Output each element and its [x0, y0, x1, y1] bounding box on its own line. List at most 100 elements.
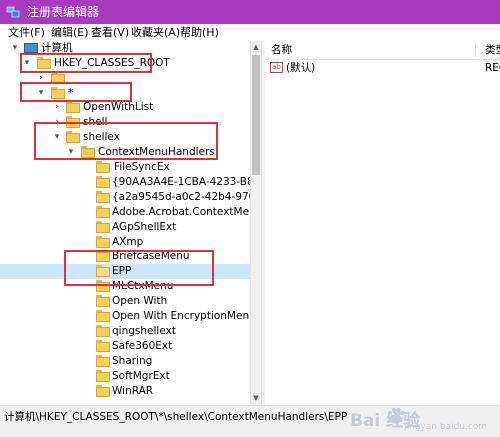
tree-item-winrar[interactable]: WinRAR: [0, 384, 258, 399]
scroll-up-icon[interactable]: ▲: [251, 42, 261, 52]
folder-icon: [96, 385, 110, 397]
tree-item-label: OpenWithList: [83, 101, 154, 113]
collapse-arrow-icon[interactable]: ▾: [10, 43, 20, 53]
tree-item-label: EPP: [112, 265, 132, 277]
tree-item-mlctxmenu[interactable]: MLCtxMenu: [0, 279, 258, 294]
tree-item-label: FileSyncEx: [114, 161, 170, 173]
values-pane: 名称 类型 ab (默认) REG_SZ: [265, 41, 500, 405]
tree-item-label: HKEY_CLASSES_ROOT: [54, 57, 170, 69]
folder-icon: [96, 280, 110, 292]
folder-icon: [51, 87, 65, 99]
collapse-arrow-icon[interactable]: ▾: [36, 88, 46, 98]
tree-item-label: BriefcaseMenu: [112, 250, 190, 262]
tree-item-guid-90aa[interactable]: {90AA3A4E-1CBA-4233-B8BB-53: [0, 175, 258, 190]
tree-item-agpshellext[interactable]: AGpShellExt: [0, 220, 258, 235]
folder-icon: [96, 206, 110, 218]
tree-item-label: ContextMenuHandlers: [98, 146, 215, 158]
column-divider[interactable]: [475, 43, 476, 57]
tree-item-label: AXmp: [112, 236, 144, 248]
menu-file[interactable]: 文件(F): [8, 25, 45, 40]
folder-icon: [96, 236, 110, 248]
tree-item-shellex[interactable]: ▾ shellex: [0, 130, 258, 145]
string-value-icon: ab: [270, 62, 283, 73]
value-name: (默认): [286, 62, 316, 74]
tree-item-safe360ext[interactable]: Safe360Ext: [0, 339, 258, 354]
regedit-icon: [6, 6, 20, 18]
folder-icon: [66, 116, 80, 128]
menu-help[interactable]: 帮助(H): [180, 25, 219, 40]
watermark-site: jingyan.baidu.com: [404, 422, 488, 432]
registry-tree: ▾ 计算机 ▾ HKEY_CLASSES_ROOT › ▾ * › OpenWi…: [0, 41, 258, 405]
menu-favorites[interactable]: 收藏夹(A): [131, 25, 180, 40]
folder-icon: [96, 265, 110, 277]
folder-icon: [66, 101, 80, 113]
folder-icon: [81, 146, 95, 158]
tree-item-softmgrext[interactable]: SoftMgrExt: [0, 369, 258, 384]
status-path: 计算机\HKEY_CLASSES_ROOT\*\shellex\ContextM…: [4, 411, 348, 423]
folder-icon: [96, 340, 110, 352]
tree-item-hidden[interactable]: ›: [0, 71, 258, 86]
title-bar: 注册表编辑器: [0, 0, 500, 24]
tree-item-sharing[interactable]: Sharing: [0, 354, 258, 369]
column-name-header[interactable]: 名称: [271, 43, 292, 57]
tree-item-adobe-acrobat[interactable]: Adobe.Acrobat.ContextMenu: [0, 205, 258, 220]
expand-arrow-icon[interactable]: ›: [52, 117, 62, 127]
tree-item-open-with-encryption[interactable]: Open With EncryptionMenu: [0, 309, 258, 324]
value-row-default[interactable]: ab (默认) REG_SZ: [265, 60, 500, 76]
tree-item-axmp[interactable]: AXmp: [0, 235, 258, 250]
tree-item-label: AGpShellExt: [112, 221, 177, 233]
tree-item-label: 计算机: [41, 42, 73, 54]
folder-icon: [96, 310, 110, 322]
baidu-jingyan-watermark: Bai 经验 jingyan.baidu.com: [348, 400, 498, 434]
expand-arrow-icon[interactable]: ›: [36, 73, 46, 83]
tree-item-label: {a2a9545d-a0c2-42b4-9708-a0b: [112, 191, 258, 203]
folder-icon: [51, 72, 65, 84]
tree-item-label: *: [68, 87, 74, 99]
tree-item-label: MLCtxMenu: [112, 280, 174, 292]
scroll-down-icon[interactable]: ▼: [251, 393, 261, 403]
column-type-header[interactable]: 类型: [485, 43, 500, 57]
tree-item-label: shellex: [83, 131, 120, 143]
tree-item-openwithlist[interactable]: › OpenWithList: [0, 100, 258, 115]
tree-item-filesyncex[interactable]: FileSyncEx: [0, 160, 258, 175]
tree-root-computer[interactable]: ▾ 计算机: [0, 41, 258, 56]
expand-arrow-icon[interactable]: ›: [52, 102, 62, 112]
menu-bar: 文件(F) 编辑(E) 查看(V) 收藏夹(A) 帮助(H): [0, 24, 500, 41]
menu-view[interactable]: 查看(V): [91, 25, 129, 40]
tree-scrollbar[interactable]: ▲ ▼: [250, 41, 261, 405]
folder-icon: [66, 131, 80, 143]
tree-item-guid-a2a9[interactable]: {a2a9545d-a0c2-42b4-9708-a0b: [0, 190, 258, 205]
collapse-arrow-icon[interactable]: ▾: [52, 132, 62, 142]
computer-icon: [24, 43, 38, 53]
values-column-header: 名称 类型: [265, 41, 500, 60]
folder-icon: [96, 355, 110, 367]
folder-icon: [37, 57, 51, 69]
paw-icon: [387, 407, 405, 424]
collapse-arrow-icon[interactable]: ▾: [66, 147, 76, 157]
collapse-arrow-icon[interactable]: ▾: [22, 58, 32, 68]
scrollbar-thumb[interactable]: [252, 55, 260, 175]
tree-item-shell[interactable]: › shell: [0, 115, 258, 130]
folder-icon: [96, 370, 110, 382]
tree-item-open-with[interactable]: Open With: [0, 294, 258, 309]
tree-item-hkcr[interactable]: ▾ HKEY_CLASSES_ROOT: [0, 56, 258, 71]
tree-item-label: Open With EncryptionMenu: [112, 310, 256, 322]
folder-icon: [96, 325, 110, 337]
tree-item-label: shell: [83, 116, 108, 128]
tree-item-contextmenuhandlers[interactable]: ▾ ContextMenuHandlers: [0, 145, 258, 160]
folder-icon: [96, 191, 110, 203]
value-type: REG_SZ: [485, 62, 500, 74]
folder-icon: [96, 295, 110, 307]
folder-icon: [96, 161, 110, 173]
tree-item-label: Safe360Ext: [112, 340, 173, 352]
tree-item-label: {90AA3A4E-1CBA-4233-B8BB-53: [112, 176, 258, 188]
tree-item-label: qingshellext: [112, 325, 176, 337]
tree-item-qingshellext[interactable]: qingshellext: [0, 324, 258, 339]
tree-item-label: Sharing: [112, 355, 153, 367]
tree-item-star[interactable]: ▾ *: [0, 86, 258, 101]
folder-icon: [96, 221, 110, 233]
menu-edit[interactable]: 编辑(E): [51, 25, 89, 40]
folder-icon: [96, 176, 110, 188]
tree-item-epp[interactable]: EPP: [0, 264, 258, 279]
tree-item-briefcasemenu[interactable]: BriefcaseMenu: [0, 249, 258, 264]
